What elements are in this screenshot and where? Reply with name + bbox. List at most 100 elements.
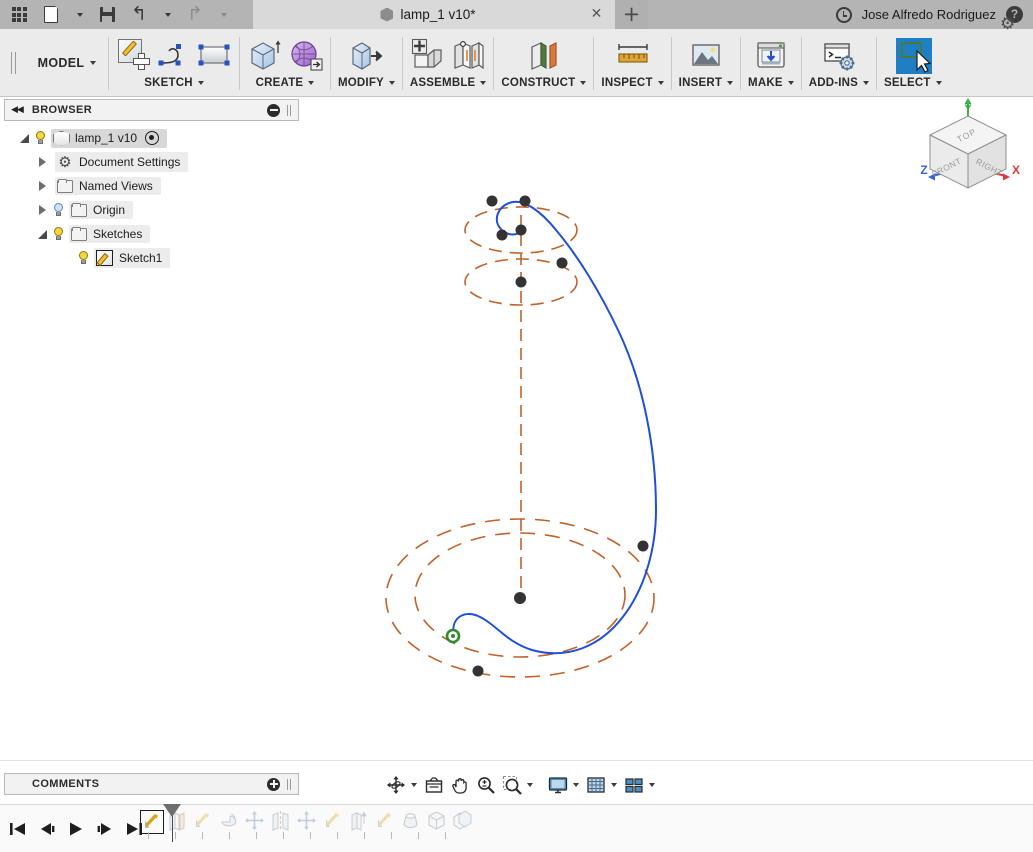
tree-item-sketch1[interactable]: Sketch1 — [4, 246, 299, 270]
insert-image-icon[interactable] — [688, 37, 724, 73]
visibility-bulb-icon[interactable] — [51, 226, 66, 243]
offset-plane-icon[interactable] — [526, 37, 562, 73]
display-state-icon[interactable] — [145, 131, 160, 145]
collapse-left-icon[interactable]: ◀◀ — [11, 105, 24, 115]
step-back-button[interactable] — [34, 817, 59, 841]
chevron-expanded-icon[interactable] — [18, 133, 31, 143]
script-addin-icon[interactable] — [821, 37, 857, 73]
resize-handle-icon[interactable] — [286, 104, 292, 116]
joint-icon[interactable] — [450, 37, 486, 73]
minimize-icon[interactable] — [267, 103, 280, 117]
measure-icon[interactable] — [615, 37, 651, 73]
extrude-icon[interactable] — [247, 37, 283, 73]
sketch-feature-icon[interactable] — [322, 810, 346, 834]
zoom-window-dropdown[interactable] — [525, 772, 537, 798]
timeline-tick — [229, 832, 230, 839]
resize-handle-icon[interactable] — [286, 778, 292, 790]
ribbon-group-label-sketch[interactable]: SKETCH — [144, 73, 204, 93]
save-button[interactable] — [92, 0, 122, 29]
ribbon-group-make: MAKE — [741, 29, 801, 96]
folder-icon — [71, 203, 87, 217]
spline-point — [556, 257, 568, 269]
viewports-dropdown[interactable] — [647, 772, 659, 798]
chevron-expanded-icon[interactable] — [36, 229, 49, 239]
play-button[interactable] — [63, 817, 88, 841]
undo-button[interactable]: ↰ — [124, 0, 154, 29]
tree-item-origin[interactable]: Origin — [4, 198, 299, 222]
ribbon-group-label-make[interactable]: MAKE — [748, 73, 794, 93]
viewports-button[interactable] — [621, 772, 647, 798]
new-document-button[interactable] — [36, 0, 66, 29]
tree-item-document-settings[interactable]: ⚙ Document Settings — [4, 150, 299, 174]
gear-icon[interactable]: ⚙ — [1000, 16, 1017, 33]
ribbon-group-inspect: INSPECT — [594, 29, 670, 96]
ellipse-center-point — [515, 224, 527, 236]
go-to-beginning-button[interactable] — [5, 817, 30, 841]
ribbon-group-label-construct[interactable]: CONSTRUCT — [501, 73, 587, 93]
chevron-collapsed-icon[interactable] — [36, 157, 49, 167]
ribbon-group-label-select[interactable]: SELECT — [884, 73, 942, 93]
timeline-tick — [175, 832, 176, 839]
move-feature-icon[interactable] — [244, 810, 268, 834]
visibility-bulb-icon[interactable] — [76, 250, 91, 267]
redo-button[interactable]: ↱ — [180, 0, 210, 29]
apps-grid-button[interactable] — [4, 0, 34, 29]
document-tabs: lamp_1 v10* ✕ + — [234, 0, 648, 29]
visibility-bulb-icon[interactable] — [51, 202, 66, 219]
shell-feature-icon[interactable] — [452, 810, 476, 834]
ribbon-group-label-addins[interactable]: ADD-INS — [809, 73, 870, 93]
close-icon[interactable]: ✕ — [590, 7, 603, 21]
redo-dropdown[interactable] — [212, 0, 234, 29]
display-settings-dropdown[interactable] — [571, 772, 583, 798]
step-forward-button[interactable] — [92, 817, 117, 841]
visibility-bulb-icon[interactable] — [33, 130, 48, 147]
body-feature-icon[interactable] — [426, 810, 450, 834]
sketch-feature-icon[interactable] — [140, 810, 164, 834]
select-window-icon[interactable] — [895, 37, 932, 74]
spline-icon[interactable] — [156, 37, 192, 73]
chevron-collapsed-icon[interactable] — [36, 205, 49, 215]
new-component-icon[interactable] — [410, 37, 446, 73]
revolve-feature-icon[interactable] — [218, 810, 242, 834]
mirror-feature-icon[interactable] — [270, 810, 294, 834]
create-form-icon[interactable] — [287, 37, 323, 73]
workspace-selector[interactable]: MODEL — [26, 29, 108, 96]
pan-button[interactable] — [447, 772, 473, 798]
loft-feature-icon[interactable] — [400, 810, 424, 834]
3d-print-icon[interactable] — [753, 37, 789, 73]
clock-icon[interactable] — [835, 6, 852, 23]
display-settings-button[interactable] — [545, 772, 571, 798]
move-feature-icon[interactable] — [296, 810, 320, 834]
rectangle-icon[interactable] — [196, 37, 232, 73]
tree-item-named-views[interactable]: Named Views — [4, 174, 299, 198]
tree-item-lamp1[interactable]: lamp_1 v10 — [4, 126, 299, 150]
tree-item-sketches[interactable]: Sketches — [4, 222, 299, 246]
new-tab-button[interactable]: + — [615, 0, 648, 29]
ribbon-group-label-modify[interactable]: MODIFY — [338, 73, 395, 93]
ribbon-group-label-insert[interactable]: INSERT — [679, 73, 734, 93]
ribbon-group-label-create[interactable]: CREATE — [256, 73, 315, 93]
undo-dropdown[interactable] — [156, 0, 178, 29]
zoom-button[interactable] — [473, 772, 499, 798]
orbit-dropdown[interactable] — [409, 772, 421, 798]
ribbon-group-label-inspect[interactable]: INSPECT — [601, 73, 664, 93]
press-pull-icon[interactable] — [348, 37, 384, 73]
grid-snaps-dropdown[interactable] — [609, 772, 621, 798]
document-tab-lamp1[interactable]: lamp_1 v10* ✕ — [253, 0, 615, 29]
view-cube[interactable]: Y Z X TOP FRONT RIGHT — [906, 96, 1030, 200]
user-name[interactable]: Jose Alfredo Rodriguez — [862, 7, 996, 22]
zoom-window-button[interactable] — [499, 772, 525, 798]
extrude-feature-icon[interactable] — [348, 810, 372, 834]
timeline-playhead[interactable] — [163, 804, 181, 842]
create-sketch-icon[interactable] — [116, 37, 152, 73]
orbit-button[interactable] — [383, 772, 409, 798]
chevron-collapsed-icon[interactable] — [36, 181, 49, 191]
ribbon-group-label-assemble[interactable]: ASSEMBLE — [410, 73, 487, 93]
gear-icon: ⚙ — [58, 152, 72, 171]
grid-snaps-button[interactable] — [583, 772, 609, 798]
look-at-button[interactable] — [421, 772, 447, 798]
sketch-feature-icon[interactable] — [374, 810, 398, 834]
sketch-feature-icon[interactable] — [192, 810, 216, 834]
new-document-dropdown[interactable] — [68, 0, 90, 29]
add-comment-icon[interactable] — [267, 777, 280, 791]
